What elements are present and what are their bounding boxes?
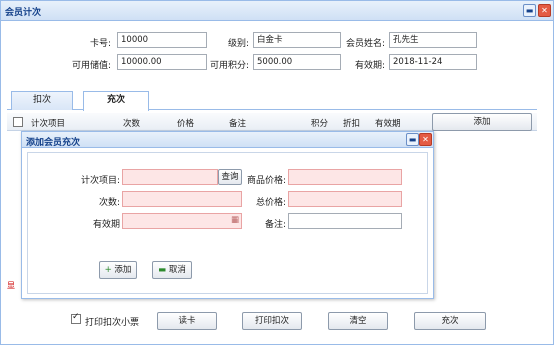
print-receipt-label: 打印扣次小票 [85,318,140,328]
dialog-body: 计次项目: 查询 商品价格: 次数: 总价格: 有效期 ▦ 备注: + 添加 ▬… [27,152,428,294]
dialog-add-button[interactable]: + 添加 [99,261,137,279]
col-expiry: 有效期 [375,119,401,129]
col-count: 次数 [123,119,141,129]
dialog-title: 添加会员充次 [26,138,81,148]
expiry-field[interactable]: 2018-11-24 [389,54,477,70]
tab-recharge[interactable]: 充次 [83,91,149,111]
balance-field[interactable]: 10000.00 [117,54,207,70]
dialog-close-icon[interactable]: ✕ [419,133,432,146]
select-all-checkbox[interactable] [13,117,23,127]
plus-icon: + [104,265,112,275]
member-name-field[interactable]: 孔先生 [389,32,477,48]
points-field[interactable]: 5000.00 [253,54,341,70]
member-name-label: 会员姓名: [345,39,385,49]
read-card-button[interactable]: 读卡 [157,312,217,330]
item-label: 计次项目: [80,176,120,186]
level-label: 级别: [227,39,249,49]
level-field[interactable]: 白金卡 [253,32,341,48]
count-label: 次数: [98,198,120,208]
col-discount: 折扣 [343,119,361,129]
points-label: 可用积分: [209,61,249,71]
recharge-button[interactable]: 充次 [414,312,486,330]
col-item: 计次项目 [31,119,66,129]
remark-label: 备注: [264,220,286,230]
window-titlebar: 会员计次 ▬ ✕ [1,1,553,21]
print-receipt-checkbox[interactable]: ✓ [71,312,81,324]
grid-header: 计次项目 次数 价格 备注 积分 折扣 有效期 添加 [7,113,537,131]
window-title: 会员计次 [5,8,42,18]
dialog-minimize-icon[interactable]: ▬ [406,133,419,146]
total-price-field[interactable] [288,191,402,207]
card-number-field[interactable]: 10000 [117,32,207,48]
dialog-expiry-field[interactable]: ▦ [122,213,242,229]
total-price-label: 总价格: [255,198,286,208]
dialog-cancel-button[interactable]: ▬ 取消 [152,261,192,279]
print-deduct-button[interactable]: 打印扣次 [242,312,302,330]
expiry-label: 有效期: [354,61,385,71]
left-red-text: 显 [7,281,15,290]
remark-field[interactable] [288,213,402,229]
grid-add-button[interactable]: 添加 [432,113,532,131]
count-field[interactable] [122,191,242,207]
member-count-window: 会员计次 ▬ ✕ 卡号: 10000 级别: 白金卡 会员姓名: 孔先生 可用储… [0,0,554,345]
col-price: 价格 [177,119,195,129]
tab-deduct[interactable]: 扣次 [11,91,73,110]
clear-button[interactable]: 清空 [328,312,388,330]
check-mark-icon: ✓ [72,312,80,322]
dialog-titlebar: 添加会员充次 ▬ ✕ [22,132,433,148]
add-recharge-dialog: 添加会员充次 ▬ ✕ 计次项目: 查询 商品价格: 次数: 总价格: 有效期 ▦… [21,131,434,299]
close-icon[interactable]: ✕ [538,4,551,17]
goods-price-label: 商品价格: [246,176,286,186]
card-label: 卡号: [89,39,111,49]
item-field[interactable] [122,169,218,185]
minimize-icon[interactable]: ▬ [523,4,536,17]
tab-strip: 扣次 充次 [7,91,537,111]
balance-label: 可用储值: [71,61,111,71]
cancel-icon: ▬ [158,265,167,275]
dialog-expiry-label: 有效期 [92,220,120,230]
goods-price-field[interactable] [288,169,402,185]
col-points: 积分 [311,119,329,129]
col-remark: 备注 [229,119,247,129]
